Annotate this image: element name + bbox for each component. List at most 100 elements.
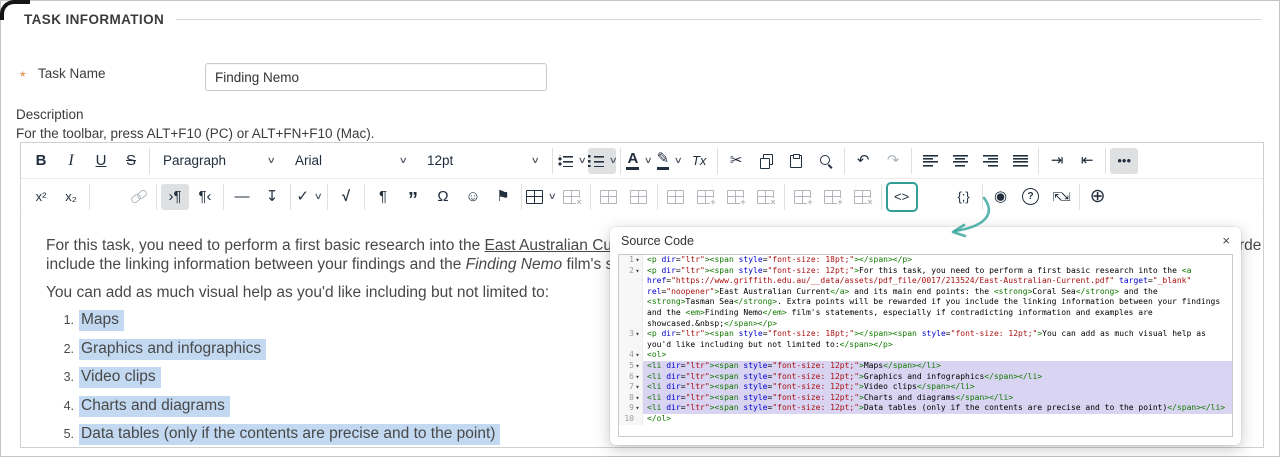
math-equation-button[interactable]: √: [332, 184, 360, 210]
outdent-button[interactable]: ⇤: [1073, 148, 1101, 174]
fold-arrow-icon[interactable]: ▾: [634, 255, 641, 266]
delete-row-button[interactable]: ×: [752, 184, 780, 210]
italic-icon: I: [68, 151, 74, 169]
paragraph-format-select[interactable]: Paragraph ∨: [154, 148, 284, 174]
code-text[interactable]: <p dir="ltr"><span style="font-size: 18p…: [643, 255, 1232, 266]
font-size-select[interactable]: 12pt ∨: [418, 148, 548, 174]
rtl-paragraph-button[interactable]: ¶‹: [191, 184, 219, 210]
line-gutter: 2 ▾: [619, 265, 643, 330]
bullet-list-icon: [557, 154, 573, 167]
fullscreen-button[interactable]: ⇱⇲: [1047, 184, 1075, 210]
numbered-list-button[interactable]: ∨: [587, 147, 618, 174]
fold-arrow-icon[interactable]: ▾: [634, 403, 641, 414]
align-left-button[interactable]: [916, 148, 944, 174]
fold-arrow-icon[interactable]: ▾: [634, 350, 641, 361]
table-button[interactable]: ∨: [526, 184, 557, 210]
task-name-input[interactable]: [205, 63, 547, 91]
code-text[interactable]: <li dir="ltr"><span style="font-size: 12…: [643, 403, 1232, 414]
underline-button[interactable]: U: [87, 148, 115, 174]
fold-arrow-icon[interactable]: ▾: [634, 382, 641, 393]
superscript-button[interactable]: x²: [27, 184, 55, 210]
close-icon[interactable]: ×: [1222, 234, 1230, 247]
insert-col-after-button[interactable]: +: [819, 184, 847, 210]
bullet-list-button[interactable]: ∨: [557, 148, 587, 174]
code-text[interactable]: <ol>: [643, 350, 1232, 361]
code-text[interactable]: <li dir="ltr"><span style="font-size: 12…: [643, 371, 1232, 383]
merge-cells-button[interactable]: [625, 184, 653, 210]
bold-button[interactable]: B: [27, 148, 55, 174]
clear-formatting-icon: Tx: [691, 153, 707, 168]
search-button[interactable]: [812, 148, 840, 174]
blockquote-button[interactable]: ”: [399, 184, 427, 210]
page-break-button[interactable]: ↧: [258, 184, 286, 210]
delete-col-button[interactable]: ×: [849, 184, 877, 210]
preview-icon: ◉: [994, 188, 1008, 205]
font-size-icon: 12pt: [427, 152, 454, 168]
code-text[interactable]: <p dir="ltr"><span style="font-size: 18p…: [643, 329, 1232, 350]
code-text[interactable]: </ol>: [643, 414, 1232, 425]
line-number: 8: [629, 392, 634, 402]
paste-button[interactable]: [782, 148, 810, 174]
source-code-icon: <>: [894, 189, 910, 204]
horizontal-rule-button[interactable]: —: [228, 184, 256, 210]
align-justify-button[interactable]: [1006, 148, 1034, 174]
cell-properties-button[interactable]: [595, 184, 623, 210]
insert-link-button[interactable]: [94, 184, 122, 210]
special-character-icon: Ω: [437, 188, 449, 205]
selected-list-text: Video clips: [79, 367, 161, 388]
chevron-down-icon: ∨: [313, 191, 323, 201]
insert-row-after-button[interactable]: +: [722, 184, 750, 210]
undo-button[interactable]: ↶: [849, 148, 877, 174]
table-icon: [526, 189, 543, 204]
fold-arrow-icon[interactable]: ▾: [634, 372, 641, 383]
text-color-button[interactable]: A ∨: [625, 148, 653, 174]
code-text[interactable]: <li dir="ltr"><span style="font-size: 12…: [643, 392, 1232, 404]
unlink-button[interactable]: [124, 184, 152, 210]
special-character-button[interactable]: Ω: [429, 184, 457, 210]
clear-formatting-button[interactable]: Tx: [685, 148, 713, 174]
insert-col-before-button[interactable]: +: [789, 184, 817, 210]
toolbar-group: ✂: [718, 147, 846, 174]
copy-button[interactable]: [752, 148, 780, 174]
italic-button[interactable]: I: [57, 148, 85, 174]
align-right-button[interactable]: [976, 148, 1004, 174]
delete-table-button[interactable]: ×: [558, 184, 586, 210]
indent-button[interactable]: ⇥: [1043, 148, 1071, 174]
code-text[interactable]: <li dir="ltr"><span style="font-size: 12…: [643, 360, 1232, 372]
subscript-icon: x₂: [65, 189, 77, 204]
highlight-color-button[interactable]: ✎ ∨: [655, 148, 683, 174]
preview-button[interactable]: ◉: [987, 184, 1015, 210]
show-invisibles-button[interactable]: ¶: [369, 184, 397, 210]
source-code-button[interactable]: <>: [885, 181, 918, 212]
spellcheck-button[interactable]: ✓ ∨: [295, 184, 323, 210]
redo-button[interactable]: ↷: [879, 148, 907, 174]
fold-arrow-icon[interactable]: ▾: [634, 266, 641, 277]
fold-arrow-icon[interactable]: ▾: [634, 329, 641, 340]
toolbar-group: [912, 147, 1040, 174]
ltr-paragraph-button[interactable]: ›¶: [161, 183, 189, 210]
toolbar-hint: For the toolbar, press ALT+F10 (PC) or A…: [16, 126, 375, 141]
code-sample-button[interactable]: {;}: [950, 184, 978, 210]
insert-row-before-button[interactable]: +: [692, 184, 720, 210]
toolbar-group: •••: [1106, 147, 1142, 174]
font-family-select[interactable]: Arial ∨: [286, 148, 416, 174]
more-tools-button[interactable]: •••: [1110, 147, 1139, 174]
split-cells-button[interactable]: [662, 184, 690, 210]
source-code-editor[interactable]: 1 ▾ <p dir="ltr"><span style="font-size: 1…: [618, 254, 1233, 437]
emoticons-button[interactable]: ☺: [459, 184, 487, 210]
accessibility-checker-button[interactable]: [920, 184, 948, 210]
help-button[interactable]: ?: [1017, 184, 1045, 210]
strikethrough-button[interactable]: S: [117, 148, 145, 174]
fold-arrow-icon[interactable]: ▾: [634, 393, 641, 404]
cut-icon: ✂: [729, 152, 743, 169]
anchor-button[interactable]: ⚑: [489, 184, 517, 210]
subscript-button[interactable]: x₂: [57, 184, 85, 210]
toolbar-group: [591, 183, 658, 210]
code-text[interactable]: <p dir="ltr"><span style="font-size: 12p…: [643, 266, 1232, 330]
fold-arrow-icon[interactable]: ▾: [634, 361, 641, 372]
toolbar-group: ∨ ×: [522, 183, 591, 210]
insert-button[interactable]: ⊕: [1084, 184, 1112, 210]
code-text[interactable]: <li dir="ltr"><span style="font-size: 12…: [643, 382, 1232, 393]
align-center-button[interactable]: [946, 148, 974, 174]
cut-button[interactable]: ✂: [722, 148, 750, 174]
